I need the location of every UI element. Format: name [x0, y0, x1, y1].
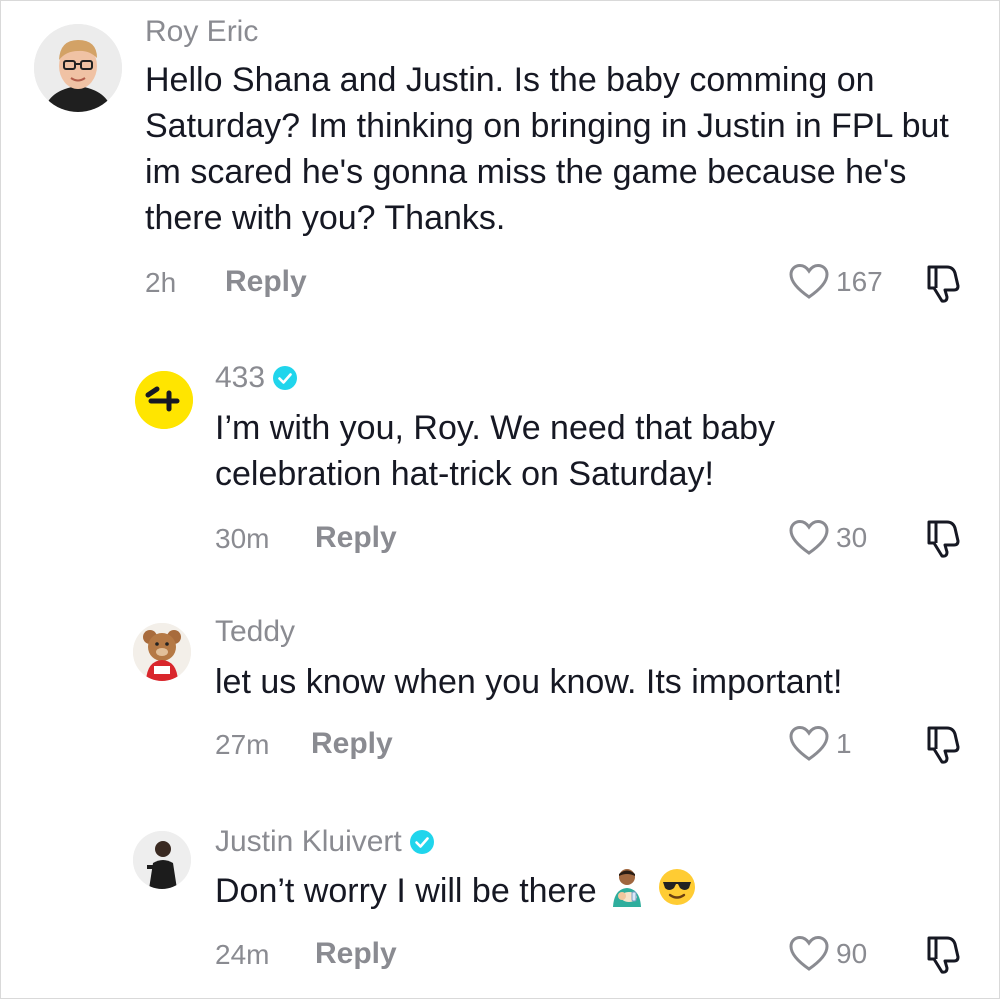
thumbs-down-icon [927, 936, 960, 974]
comment-timestamp: 30m [215, 523, 270, 554]
avatar[interactable] [133, 623, 191, 681]
reply-button[interactable]: Reply [311, 727, 393, 761]
like-button[interactable]: 1 [788, 725, 852, 763]
like-count: 167 [836, 266, 883, 297]
teddy-bear-icon [133, 623, 191, 681]
comment-timestamp: 27m [215, 729, 270, 760]
heart-icon [789, 935, 829, 971]
comment-username[interactable]: Roy Eric [145, 15, 258, 49]
avatar[interactable] [133, 831, 191, 889]
comment-item: Roy Eric Hello Shana and Justin. Is the … [1, 1, 999, 321]
thumbs-down-icon [927, 265, 960, 303]
comment-item: Teddy let us know when you know. Its imp… [1, 601, 999, 801]
heart-icon [789, 519, 829, 555]
comment-item: 433 I’m with you, Roy. We need that baby… [1, 341, 999, 581]
comment-text: Hello Shana and Justin. Is the baby comm… [145, 61, 949, 237]
dislike-button[interactable] [923, 264, 965, 309]
dislike-button[interactable] [923, 935, 965, 980]
like-count: 1 [836, 728, 852, 759]
comment-text: let us know when you know. Its important… [215, 663, 843, 701]
comment-timestamp: 2h [145, 267, 177, 298]
like-button[interactable]: 167 [788, 263, 883, 301]
reply-button[interactable]: Reply [225, 265, 307, 299]
like-count: 30 [836, 522, 868, 553]
thumbs-down-icon [927, 726, 960, 764]
dislike-button[interactable] [923, 519, 965, 564]
comment-username[interactable]: Justin Kluivert [215, 825, 434, 859]
reply-button[interactable]: Reply [315, 521, 397, 555]
comment-item: Justin Kluivert Don’t worry I will be th… [1, 811, 999, 998]
verified-badge-icon [273, 366, 298, 390]
thumbs-down-icon [927, 520, 960, 558]
comments-panel: Roy Eric Hello Shana and Justin. Is the … [0, 0, 1000, 999]
like-button[interactable]: 30 [788, 519, 867, 557]
comment-username[interactable]: Teddy [215, 615, 295, 649]
comment-text: Don’t worry I will be there [215, 867, 975, 919]
avatar[interactable] [135, 371, 193, 429]
avatar[interactable] [34, 24, 122, 112]
person-portrait-icon [133, 831, 191, 889]
heart-icon [789, 725, 829, 761]
person-portrait-icon [34, 24, 122, 112]
433-logo-icon [135, 371, 193, 429]
like-count: 90 [836, 938, 868, 969]
like-button[interactable]: 90 [788, 935, 867, 973]
man-feeding-baby-emoji [607, 867, 647, 919]
comment-text: I’m with you, Roy. We need that baby cel… [215, 409, 776, 493]
reply-button[interactable]: Reply [315, 937, 397, 971]
sunglasses-face-emoji [657, 867, 697, 919]
comment-username[interactable]: 433 [215, 361, 298, 395]
dislike-button[interactable] [923, 725, 965, 770]
verified-badge-icon [409, 830, 434, 854]
heart-icon [789, 263, 829, 299]
comment-timestamp: 24m [215, 939, 270, 970]
